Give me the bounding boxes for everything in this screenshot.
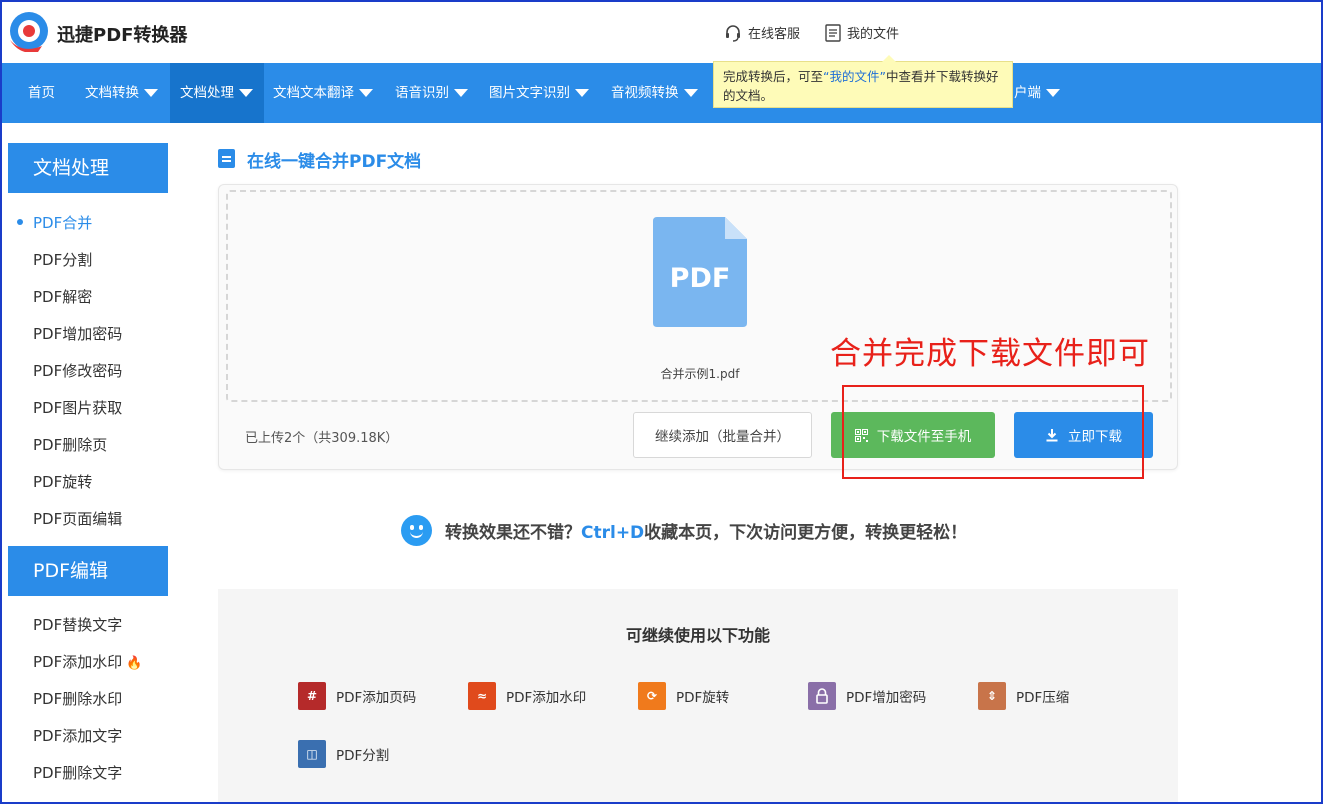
promo-prefix: 转换效果还不错？: [445, 523, 581, 543]
nav-doc-process-label: 文档处理: [180, 85, 234, 101]
tool-pdf-add-watermark[interactable]: ≈ PDF添加水印: [468, 682, 586, 710]
nav-client-label: 户端: [1014, 85, 1041, 101]
nav-doc-convert-label: 文档转换: [85, 85, 139, 101]
nav-translate-label: 文档文本翻译: [273, 85, 354, 101]
tool-pdf-add-page-number[interactable]: # PDF添加页码: [298, 682, 416, 710]
tool-pdf-split-label: PDF分割: [336, 748, 390, 764]
tool-pdf-compress-label: PDF压缩: [1016, 690, 1070, 706]
tool-pdf-compress[interactable]: ⇕ PDF压缩: [978, 682, 1069, 710]
tooltip-arrow: [882, 55, 896, 62]
upload-count: 已上传2个（共309.18K）: [245, 431, 399, 446]
sidebar-item-pdf-change-password[interactable]: PDF修改密码: [33, 360, 122, 381]
nav-translate[interactable]: 文档文本翻译: [273, 63, 373, 123]
sidebar-item-pdf-delete-text[interactable]: PDF删除文字: [33, 762, 122, 783]
annotation-text: 合并完成下载文件即可: [830, 336, 1150, 372]
caret-down-icon: [144, 89, 158, 97]
watermark-icon: ≈: [468, 682, 496, 710]
nav-ocr-label: 图片文字识别: [489, 85, 570, 101]
caret-down-icon: [683, 89, 698, 97]
lock-icon: [808, 682, 836, 710]
fire-icon: 🔥: [126, 656, 143, 671]
bookmark-promo: 转换效果还不错？Ctrl+D收藏本页，下次访问更方便，转换更轻松！: [401, 515, 967, 546]
sidebar-section-pdf-edit: PDF编辑: [8, 546, 168, 596]
more-features-panel: 可继续使用以下功能 # PDF添加页码 ≈ PDF添加水印 ⟳ PDF旋转 PD…: [218, 589, 1178, 804]
file-title-icon: [218, 149, 235, 168]
my-files-label: 我的文件: [847, 27, 900, 42]
tooltip-text-before: 完成转换后，可至: [723, 69, 824, 84]
sidebar-item-pdf-extract-images[interactable]: PDF图片获取: [33, 397, 122, 418]
sidebar-item-pdf-split[interactable]: PDF分割: [33, 249, 92, 270]
page-title: 在线一键合并PDF文档: [247, 152, 422, 172]
sidebar-item-pdf-add-watermark[interactable]: PDF添加水印 🔥: [33, 651, 142, 672]
rotate-icon: ⟳: [638, 682, 666, 710]
sidebar-item-pdf-delete-pages[interactable]: PDF删除页: [33, 434, 107, 455]
header: 迅捷PDF转换器 在线客服 我的文件: [0, 0, 1323, 63]
sidebar-item-pdf-page-edit[interactable]: PDF页面编辑: [33, 508, 122, 529]
tool-pdf-rotate[interactable]: ⟳ PDF旋转: [638, 682, 729, 710]
continue-add-button[interactable]: 继续添加（批量合并）: [633, 412, 812, 458]
online-service-link[interactable]: 在线客服: [724, 23, 800, 42]
continue-add-label: 继续添加（批量合并）: [655, 429, 790, 445]
caret-down-icon: [575, 89, 589, 97]
nav-doc-convert[interactable]: 文档转换: [85, 63, 158, 123]
headset-icon: [726, 24, 740, 42]
caret-down-icon: [454, 89, 468, 97]
active-dot-icon: [17, 219, 23, 225]
promo-text: 转换效果还不错？Ctrl+D收藏本页，下次访问更方便，转换更轻松！: [445, 518, 967, 543]
caret-down-icon: [239, 89, 253, 97]
compress-icon: ⇕: [978, 682, 1006, 710]
document-icon: [825, 23, 841, 42]
tooltip-my-files-link[interactable]: “我的文件”: [823, 69, 886, 84]
brand-name[interactable]: 迅捷PDF转换器: [57, 21, 187, 47]
sidebar-item-pdf-add-watermark-label: PDF添加水印: [33, 653, 123, 671]
tool-pdf-add-watermark-label: PDF添加水印: [506, 690, 587, 706]
nav-speech[interactable]: 语音识别: [395, 63, 468, 123]
sidebar-section-doc-process: 文档处理: [8, 143, 168, 193]
promo-suffix: 收藏本页，下次访问更方便，转换更轻松！: [644, 523, 968, 543]
nav-speech-label: 语音识别: [395, 85, 449, 101]
caret-down-icon: [1046, 89, 1060, 97]
nav-home-label: 首页: [28, 85, 55, 101]
caret-down-icon: [359, 89, 373, 97]
sidebar-item-pdf-merge[interactable]: PDF合并: [33, 212, 92, 233]
tool-pdf-add-password[interactable]: PDF增加密码: [808, 682, 926, 710]
tool-pdf-split[interactable]: ◫ PDF分割: [298, 740, 389, 768]
nav-home[interactable]: 首页: [28, 63, 55, 123]
tool-pdf-add-page-number-label: PDF添加页码: [336, 690, 417, 706]
nav-ocr[interactable]: 图片文字识别: [489, 63, 589, 123]
nav-doc-process[interactable]: 文档处理: [170, 63, 264, 123]
pdf-file-icon: PDF: [653, 217, 747, 327]
tool-pdf-add-password-label: PDF增加密码: [846, 690, 927, 706]
sidebar-item-pdf-decrypt[interactable]: PDF解密: [33, 286, 92, 307]
tool-pdf-rotate-label: PDF旋转: [676, 690, 730, 706]
sidebar-item-pdf-add-password[interactable]: PDF增加密码: [33, 323, 122, 344]
nav-av-convert[interactable]: 音视频转换: [611, 63, 698, 123]
nav-client[interactable]: 户端: [1014, 63, 1060, 123]
promo-shortcut: Ctrl+D: [581, 523, 645, 543]
sidebar-item-pdf-add-text[interactable]: PDF添加文字: [33, 725, 122, 746]
page-number-icon: #: [298, 682, 326, 710]
my-files-tooltip: 完成转换后，可至“我的文件”中查看并下载转换好的文档。: [713, 55, 1013, 108]
main-nav: 首页 文档转换 文档处理 文档文本翻译 语音识别 图片文字识别 音视频转换 户端: [2, 63, 1321, 123]
my-files-link[interactable]: 我的文件: [825, 23, 899, 42]
annotation-box: [842, 385, 1144, 479]
sidebar-item-pdf-remove-watermark[interactable]: PDF删除水印: [33, 688, 122, 709]
more-features-title: 可继续使用以下功能: [625, 626, 770, 645]
nav-av-convert-label: 音视频转换: [611, 85, 679, 101]
smiley-icon: [401, 515, 432, 546]
online-service-label: 在线客服: [748, 27, 801, 42]
sidebar-item-pdf-rotate[interactable]: PDF旋转: [33, 471, 92, 492]
pdf-file-icon-label: PDF: [670, 263, 731, 294]
logo-icon[interactable]: [8, 10, 50, 52]
sidebar-item-pdf-replace-text[interactable]: PDF替换文字: [33, 614, 122, 635]
split-icon: ◫: [298, 740, 326, 768]
